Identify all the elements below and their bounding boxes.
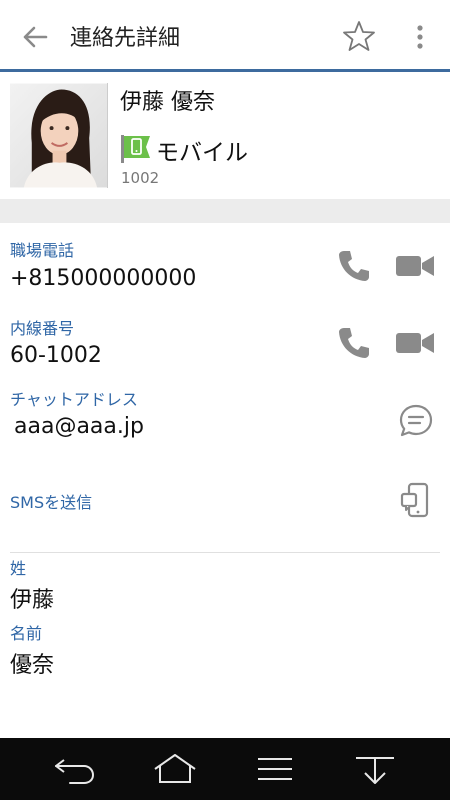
more-vertical-icon[interactable] [408,22,432,52]
chat-bubble-icon[interactable] [398,403,434,439]
phone-icon[interactable] [336,248,372,284]
system-nav-bar [0,738,450,800]
send-sms-button[interactable]: SMSを送信 [10,489,92,513]
first-name-value: 優奈 [10,653,55,678]
page-title: 連絡先詳細 [70,26,181,51]
first-name-label: 名前 [10,624,43,643]
back-icon[interactable] [50,752,100,786]
contact-extension: 1002 [121,169,160,187]
app-bar: 連絡先詳細 [0,0,450,72]
contact-name: 伊藤 優奈 [120,90,215,115]
section-separator [0,199,450,223]
arrow-left-icon[interactable] [18,22,52,52]
contact-photo [10,83,108,188]
sms-device-icon[interactable] [400,482,430,518]
last-name-label: 姓 [10,559,27,578]
mobile-badge-icon [121,135,150,163]
menu-icon[interactable] [250,752,300,786]
chat-address-value[interactable]: aaa@aaa.jp [14,414,144,439]
phone-icon[interactable] [336,325,372,361]
work-phone-value[interactable]: +815000000000 [10,266,196,291]
video-call-icon[interactable] [395,253,435,279]
video-call-icon[interactable] [395,330,435,356]
last-name-value: 伊藤 [10,588,55,613]
hide-keyboard-icon[interactable] [350,752,400,786]
work-phone-label: 職場電話 [10,241,75,260]
extension-label: 内線番号 [10,319,75,338]
home-icon[interactable] [150,752,200,786]
section-divider [10,552,440,553]
contact-type-label: モバイル [156,140,248,166]
extension-value[interactable]: 60-1002 [10,343,102,368]
chat-address-label: チャットアドレス [10,390,138,409]
contact-header: 伊藤 優奈 モバイル 1002 [0,75,450,199]
star-outline-icon[interactable] [342,19,376,53]
